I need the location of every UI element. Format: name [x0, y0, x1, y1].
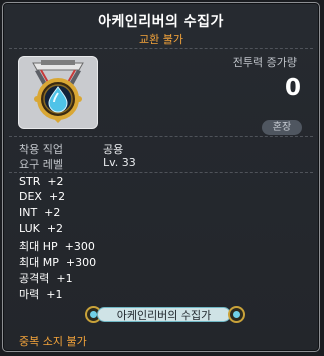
stat-luk: LUK +2	[19, 222, 64, 235]
item-icon-frame	[18, 56, 98, 129]
stat-max-hp: 최대 HP +300	[19, 240, 95, 253]
stat-str: STR +2	[19, 175, 64, 188]
combat-power-label: 전투력 증가량	[232, 56, 297, 69]
arcane-river-collector-medal-icon	[32, 60, 84, 123]
stat-int: INT +2	[19, 206, 61, 219]
item-title: 아케인리버의 수집가	[98, 14, 224, 30]
gem-right-icon	[228, 306, 245, 323]
job-requirement-value: 공용	[103, 143, 124, 156]
job-requirement-label: 착용 직업	[19, 143, 63, 156]
set-label-bar: 아케인리버의 수집가	[85, 305, 245, 325]
stat-magic: 마력 +1	[19, 288, 63, 301]
trade-status: 교환 불가	[139, 33, 183, 46]
combat-power-value: 0	[284, 75, 301, 101]
compare-button[interactable]: 혼장	[262, 120, 302, 135]
item-tooltip: 아케인리버의 수집가 교환 불가 전투력 증가량 0 혼장 착용 직업 공용 요…	[2, 2, 320, 352]
level-requirement-value: Lv. 33	[103, 156, 136, 169]
divider	[9, 136, 313, 137]
duplicate-notice: 중복 소지 불가	[19, 335, 87, 348]
set-label: 아케인리버의 수집가	[97, 307, 231, 322]
stat-dex: DEX +2	[19, 190, 66, 203]
stat-attack: 공격력 +1	[19, 272, 73, 285]
divider	[9, 172, 313, 173]
level-requirement-label: 요구 레벨	[19, 158, 63, 171]
stat-max-mp: 최대 MP +300	[19, 256, 97, 269]
divider	[9, 48, 313, 49]
